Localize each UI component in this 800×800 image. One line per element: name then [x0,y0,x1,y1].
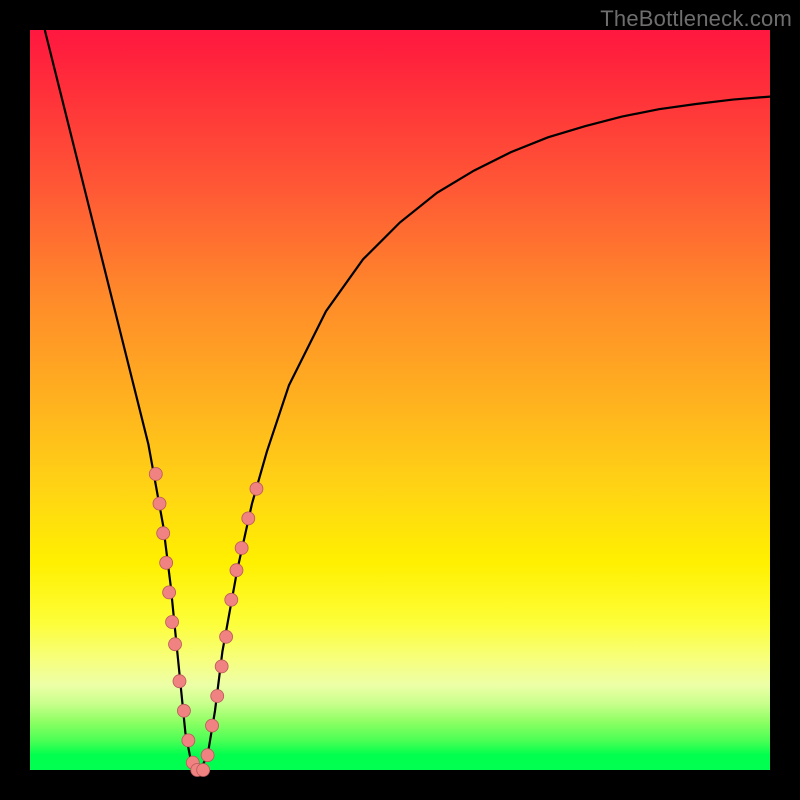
marker-dot [160,556,173,569]
marker-dot [153,497,166,510]
marker-dot [173,675,186,688]
marker-dot [230,564,243,577]
markers-group [149,468,263,777]
marker-dot [225,593,238,606]
watermark: TheBottleneck.com [600,6,792,32]
marker-dot [182,734,195,747]
marker-dot [206,719,219,732]
chart-stage: TheBottleneck.com [0,0,800,800]
marker-dot [235,542,248,555]
bottleneck-curve [45,30,770,770]
marker-dot [242,512,255,525]
marker-dot [211,690,224,703]
marker-dot [201,749,214,762]
marker-dot [149,468,162,481]
marker-dot [163,586,176,599]
marker-dot [166,616,179,629]
marker-dot [157,527,170,540]
marker-dot [220,630,233,643]
marker-dot [169,638,182,651]
chart-svg [30,30,770,770]
marker-dot [215,660,228,673]
marker-dot [197,764,210,777]
marker-dot [250,482,263,495]
plot-area [30,30,770,770]
marker-dot [177,704,190,717]
